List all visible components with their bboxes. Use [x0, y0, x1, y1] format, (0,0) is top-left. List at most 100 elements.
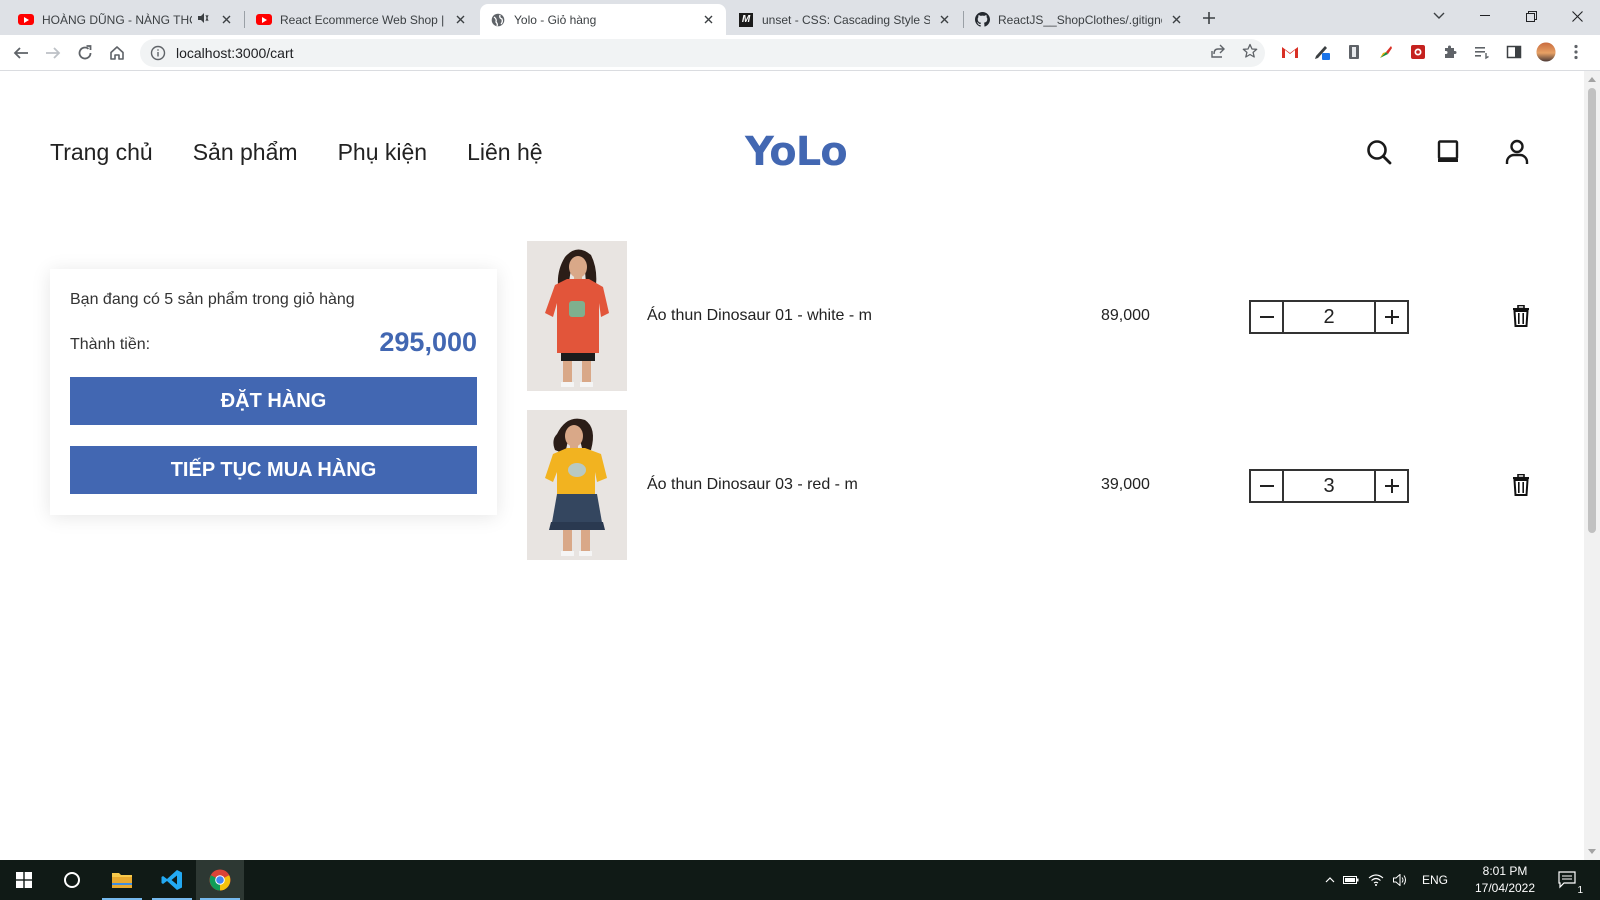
pen-extension-icon[interactable]	[1312, 42, 1332, 62]
youtube-icon	[18, 12, 34, 28]
scroll-up-icon[interactable]	[1588, 77, 1596, 82]
tab-title: React Ecommerce Web Shop | Pa	[280, 12, 446, 27]
reading-list-icon[interactable]	[1472, 42, 1492, 62]
chrome-icon[interactable]	[196, 860, 244, 900]
cart-count-text: Bạn đang có 5 sản phẩm trong giỏ hàng	[70, 291, 355, 308]
cart-item: Áo thun Dinosaur 01 - white - m 89,000 2	[527, 241, 1529, 391]
clock-date: 17/04/2022	[1474, 881, 1536, 895]
color-extension-icon[interactable]	[1376, 42, 1396, 62]
browser-tab[interactable]: ReactJS__ShopClothes/.gitignore	[964, 4, 1194, 35]
product-name[interactable]: Áo thun Dinosaur 01 - white - m	[647, 307, 872, 325]
close-tab-icon[interactable]	[936, 12, 952, 28]
restore-icon[interactable]	[1508, 0, 1554, 32]
search-icon[interactable]	[1365, 138, 1393, 166]
cart-summary: Bạn đang có 5 sản phẩm trong giỏ hàng Th…	[50, 269, 497, 515]
trash-icon[interactable]	[1509, 472, 1533, 498]
user-icon[interactable]	[1503, 138, 1531, 166]
quantity-value[interactable]: 2	[1284, 302, 1374, 332]
tab-title: ReactJS__ShopClothes/.gitignore	[998, 12, 1162, 27]
extensions-puzzle-icon[interactable]	[1440, 42, 1460, 62]
reload-icon[interactable]	[71, 39, 99, 67]
tab-title: Yolo - Giỏ hàng	[514, 12, 597, 27]
increase-quantity-button[interactable]	[1374, 302, 1407, 332]
quantity-value[interactable]: 3	[1284, 471, 1374, 501]
windows-start-icon[interactable]	[0, 860, 48, 900]
screenshot-extension-icon[interactable]	[1408, 42, 1428, 62]
side-panel-icon[interactable]	[1504, 42, 1524, 62]
product-image[interactable]	[527, 410, 627, 560]
close-window-icon[interactable]	[1554, 0, 1600, 32]
file-explorer-icon[interactable]	[98, 860, 146, 900]
product-image[interactable]	[527, 241, 627, 391]
taskbar: ENG 8:01 PM 17/04/2022 1	[0, 860, 1600, 900]
mdn-icon: M	[738, 12, 754, 28]
scroll-down-icon[interactable]	[1588, 849, 1596, 854]
tablet-icon[interactable]	[1434, 138, 1462, 166]
forward-icon[interactable]	[39, 39, 67, 67]
close-tab-icon[interactable]	[452, 12, 468, 28]
share-icon[interactable]	[1208, 41, 1228, 61]
browser-tab[interactable]: React Ecommerce Web Shop | Pa	[246, 4, 478, 35]
clock-time: 8:01 PM	[1482, 864, 1528, 878]
close-tab-icon[interactable]	[700, 12, 716, 28]
increase-quantity-button[interactable]	[1374, 471, 1407, 501]
notification-count: 1	[1575, 885, 1585, 896]
notification-icon[interactable]: 1	[1548, 860, 1588, 900]
reader-extension-icon[interactable]	[1344, 42, 1364, 62]
browser-tab[interactable]: M unset - CSS: Cascading Style Shee	[728, 4, 962, 35]
cortana-search-icon[interactable]	[48, 860, 96, 900]
nav-contact[interactable]: Liên hệ	[467, 139, 542, 166]
page-viewport: Trang chủ Sản phẩm Phụ kiện Liên hệ YoLo…	[0, 71, 1584, 860]
minimize-icon[interactable]	[1462, 0, 1508, 32]
bookmark-star-icon[interactable]	[1240, 41, 1260, 61]
close-tab-icon[interactable]	[218, 12, 234, 28]
decrease-quantity-button[interactable]	[1251, 302, 1284, 332]
continue-shopping-button[interactable]: TIẾP TỤC MUA HÀNG	[70, 446, 477, 494]
volume-icon[interactable]	[1388, 874, 1412, 886]
tray-chevron-icon[interactable]	[1322, 877, 1338, 883]
nav-home[interactable]: Trang chủ	[50, 139, 153, 166]
system-clock[interactable]: 8:01 PM 17/04/2022	[1470, 863, 1540, 897]
github-icon	[974, 12, 990, 28]
language-indicator[interactable]: ENG	[1422, 873, 1448, 887]
gmail-icon[interactable]	[1280, 42, 1300, 62]
main-nav: Trang chủ Sản phẩm Phụ kiện Liên hệ	[50, 139, 543, 166]
nav-products[interactable]: Sản phẩm	[193, 139, 298, 166]
decrease-quantity-button[interactable]	[1251, 471, 1284, 501]
nav-accessories[interactable]: Phụ kiện	[338, 139, 428, 166]
scrollbar-thumb[interactable]	[1588, 88, 1596, 533]
trash-icon[interactable]	[1509, 303, 1533, 329]
tab-search-icon[interactable]	[1416, 0, 1462, 32]
product-price: 89,000	[1101, 307, 1150, 324]
quantity-stepper: 2	[1249, 300, 1409, 334]
url-text: localhost:3000/cart	[176, 45, 294, 61]
profile-avatar-icon[interactable]	[1536, 42, 1556, 62]
wifi-icon[interactable]	[1364, 874, 1388, 886]
speaker-icon[interactable]	[196, 13, 212, 26]
product-name[interactable]: Áo thun Dinosaur 03 - red - m	[647, 476, 858, 494]
site-info-icon[interactable]	[150, 45, 166, 61]
browser-tab-active[interactable]: Yolo - Giỏ hàng	[480, 4, 726, 35]
vscode-icon[interactable]	[148, 860, 196, 900]
browser-toolbar: localhost:3000/cart	[0, 35, 1600, 71]
battery-icon[interactable]	[1338, 875, 1364, 885]
browser-tab[interactable]: HOÀNG DŨNG - NÀNG THƠ	[8, 4, 244, 35]
browser-menu-icon[interactable]	[1566, 42, 1586, 62]
site-logo[interactable]: YoLo	[745, 129, 848, 175]
home-icon[interactable]	[103, 39, 131, 67]
close-tab-icon[interactable]	[1168, 12, 1184, 28]
quantity-stepper: 3	[1249, 469, 1409, 503]
cart-item: Áo thun Dinosaur 03 - red - m 39,000 3	[527, 410, 1529, 560]
youtube-icon	[256, 12, 272, 28]
new-tab-icon[interactable]	[1196, 5, 1222, 31]
tab-title: HOÀNG DŨNG - NÀNG THƠ	[42, 12, 192, 27]
back-icon[interactable]	[7, 39, 35, 67]
total-value: 295,000	[379, 327, 477, 357]
address-bar[interactable]: localhost:3000/cart	[140, 39, 1265, 67]
browser-tabstrip: HOÀNG DŨNG - NÀNG THƠ React Ecommerce We…	[0, 0, 1600, 35]
tab-title: unset - CSS: Cascading Style Shee	[762, 12, 930, 27]
page-scrollbar[interactable]	[1584, 71, 1600, 860]
globe-icon	[490, 12, 506, 28]
total-label: Thành tiền:	[70, 336, 151, 353]
order-button[interactable]: ĐẶT HÀNG	[70, 377, 477, 425]
